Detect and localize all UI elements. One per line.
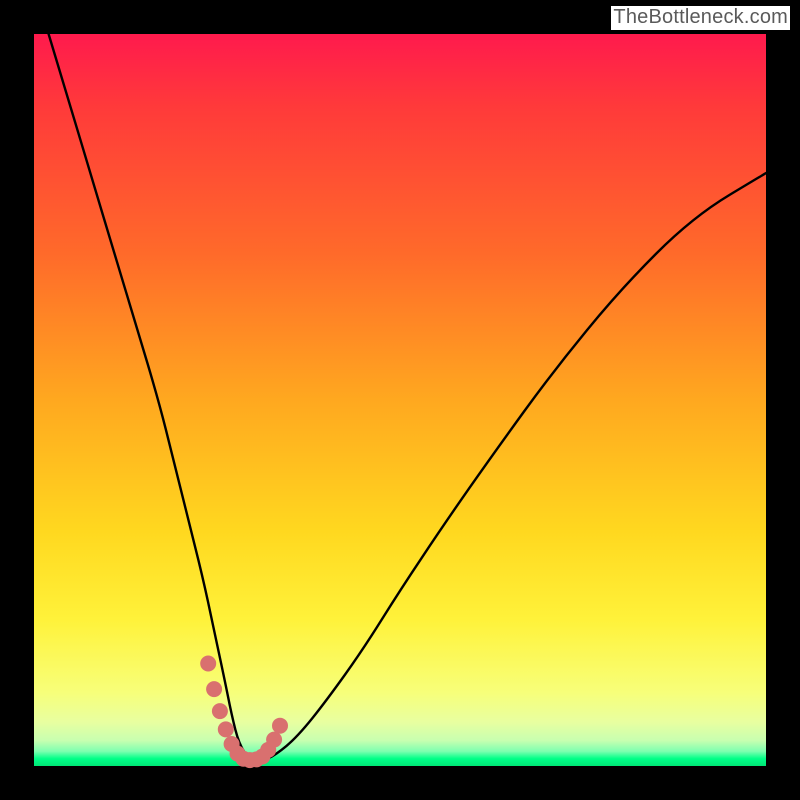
marker-dot: [218, 721, 234, 737]
marker-dot: [206, 681, 222, 697]
chart-frame: TheBottleneck.com: [0, 0, 800, 800]
watermark-text: TheBottleneck.com: [611, 6, 790, 30]
marker-dot: [200, 656, 216, 672]
bottleneck-curve: [49, 34, 766, 761]
marker-dot: [212, 703, 228, 719]
marker-dot: [266, 732, 282, 748]
bottleneck-zone-marker: [200, 656, 288, 769]
marker-dot: [272, 718, 288, 734]
chart-svg: [34, 34, 766, 766]
